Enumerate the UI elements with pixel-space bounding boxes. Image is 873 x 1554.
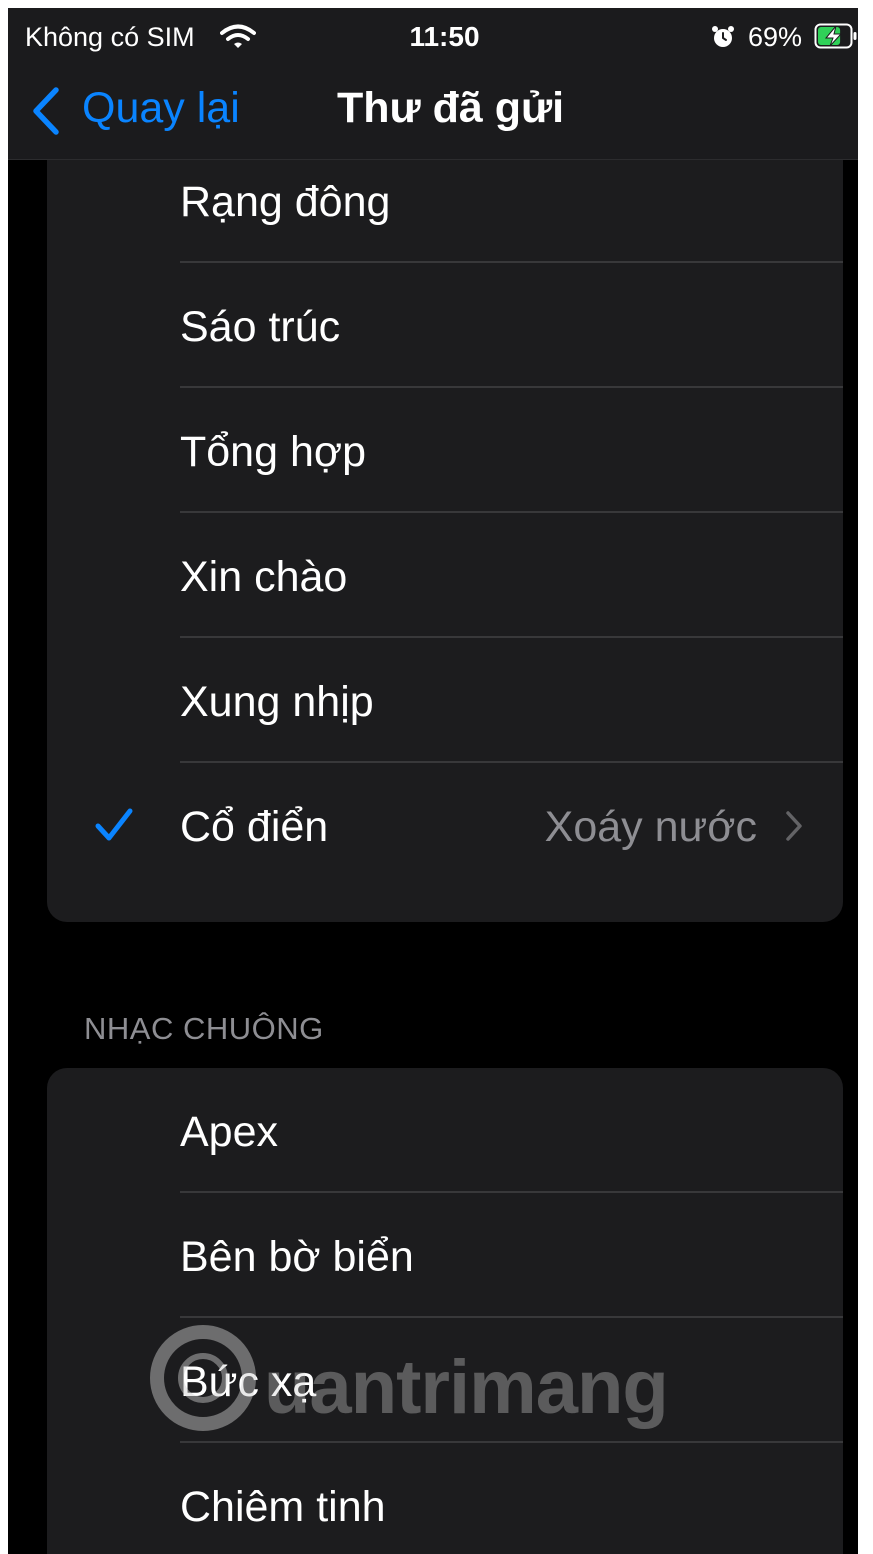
- watermark-logo-icon: [148, 1323, 258, 1438]
- list-item-xung-nhip[interactable]: Xung nhịp: [47, 638, 843, 763]
- list-item-apex[interactable]: Apex: [47, 1068, 843, 1193]
- status-bar: Không có SIM 11:50 69%: [8, 8, 858, 64]
- phone-screen: Rạng đông Sáo trúc Tổng hợp Xin chào Xun…: [8, 8, 858, 1554]
- list-item-label: Xung nhịp: [180, 678, 374, 726]
- list-item-chiem-tinh[interactable]: Chiêm tinh: [47, 1443, 843, 1554]
- list-item-label: Apex: [180, 1108, 279, 1156]
- list-item-value: Xoáy nước: [544, 803, 757, 851]
- list-item-label: Tổng hợp: [180, 428, 366, 476]
- list-item-tong-hop[interactable]: Tổng hợp: [47, 388, 843, 513]
- alarm-icon: [711, 25, 735, 54]
- battery-charging-icon: [814, 23, 858, 54]
- list-item-sao-truc[interactable]: Sáo trúc: [47, 263, 843, 388]
- page-title: Thư đã gửi: [337, 84, 565, 132]
- list-item-ben-bo-bien[interactable]: Bên bờ biển: [47, 1193, 843, 1318]
- watermark-text: uantrimang: [264, 1345, 669, 1430]
- chevron-left-icon[interactable]: [30, 86, 62, 141]
- list-item-xin-chao[interactable]: Xin chào: [47, 513, 843, 638]
- list-item-label: Chiêm tinh: [180, 1483, 386, 1531]
- section-header-ringtones: NHẠC CHUÔNG: [84, 1011, 324, 1046]
- battery-percent: 69%: [748, 22, 803, 52]
- list-item-label: Sáo trúc: [180, 303, 341, 351]
- alert-tone-list: Rạng đông Sáo trúc Tổng hợp Xin chào Xun…: [47, 138, 843, 922]
- ringtone-list: Apex Bên bờ biển Bức xạ Chiêm tinh: [47, 1068, 843, 1554]
- list-item-label: Rạng đông: [180, 178, 391, 226]
- back-button[interactable]: Quay lại: [82, 84, 240, 133]
- checkmark-icon: [94, 807, 134, 848]
- list-item-co-dien[interactable]: Cổ điển Xoáy nước: [47, 763, 843, 888]
- list-item-label: Xin chào: [180, 553, 348, 601]
- list-item-label: Bên bờ biển: [180, 1233, 414, 1281]
- list-item-label: Cổ điển: [180, 803, 329, 851]
- chevron-right-icon: [785, 810, 803, 847]
- navigation-bar: Không có SIM 11:50 69% Quay lại Thư đã g…: [8, 8, 858, 160]
